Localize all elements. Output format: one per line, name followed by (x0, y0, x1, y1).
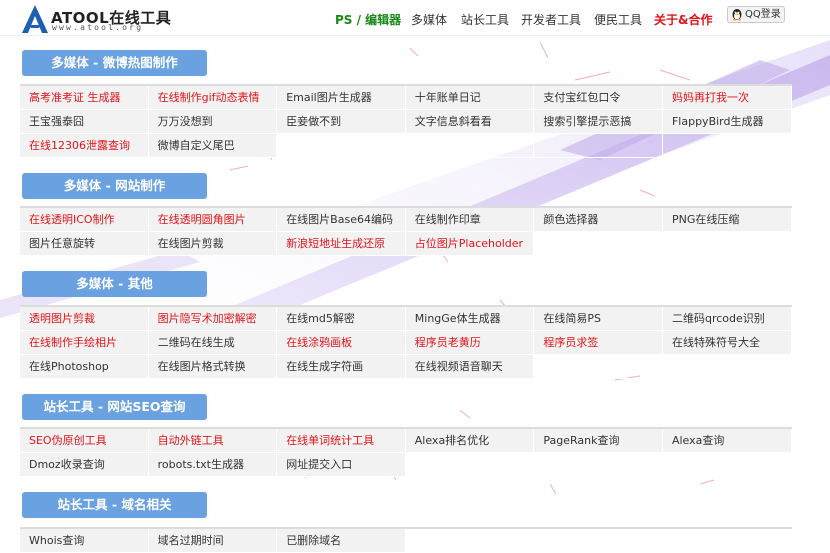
empty-cell (534, 134, 663, 158)
tool-link[interactable]: 臣妾做不到 (277, 110, 406, 134)
tool-link[interactable]: 王宝强泰囧 (20, 110, 149, 134)
tool-link[interactable]: PNG在线压缩 (662, 208, 792, 232)
qq-penguin-icon (732, 9, 742, 21)
tool-link[interactable]: Alexa排名优化 (405, 429, 535, 453)
tool-link[interactable]: 二维码在线生成 (148, 331, 278, 355)
tool-link[interactable]: 新浪短地址生成还原 (277, 232, 406, 256)
tool-row: 在线透明ICO制作 在线透明圆角图片 在线图片Base64编码 在线制作印章 颜色选择器… (20, 208, 792, 232)
tool-link[interactable]: Email图片生成器 (277, 86, 406, 110)
tool-link[interactable]: 图片任意旋转 (20, 232, 149, 256)
tool-link[interactable]: 文字信息斜看看 (405, 110, 535, 134)
section-title-multimedia-other: 多媒体 - 其他 (22, 271, 207, 297)
tool-link[interactable]: 颜色选择器 (534, 208, 663, 232)
tool-row: 透明图片剪裁 图片隐写术加密解密 在线md5解密 MingGe体生成器 在线简易PS 二维… (20, 307, 792, 331)
tool-link[interactable]: Dmoz收录查询 (20, 453, 149, 477)
tool-link[interactable]: 图片隐写术加密解密 (148, 307, 278, 331)
tool-link[interactable]: Alexa查询 (662, 429, 792, 453)
tool-row: Dmoz收录查询 robots.txt生成器 网址提交入口 (20, 453, 792, 477)
tool-grid-multimedia-other: 透明图片剪裁 图片隐写术加密解密 在线md5解密 MingGe体生成器 在线简易PS 二维… (20, 305, 792, 379)
section-title-website-making: 多媒体 - 网站制作 (22, 173, 207, 199)
tool-link[interactable]: 在线md5解密 (277, 307, 406, 331)
section-title-domain-related: 站长工具 - 域名相关 (22, 492, 207, 518)
tool-link[interactable]: FlappyBird生成器 (662, 110, 792, 134)
empty-cell (405, 134, 535, 158)
tool-row: 高考准考证 生成器 在线制作gif动态表情 Email图片生成器 十年账单日记 支付宝红… (20, 86, 792, 110)
empty-cell (534, 355, 663, 379)
nav-ps-editor[interactable]: PS / 编辑器 (335, 11, 401, 28)
tool-link[interactable]: 十年账单日记 (405, 86, 535, 110)
section-title-weibo-images: 多媒体 - 微博热图制作 (22, 50, 207, 76)
tool-link[interactable]: 域名过期时间 (148, 529, 278, 553)
empty-cell (277, 134, 406, 158)
tool-link[interactable]: 在线图片格式转换 (148, 355, 278, 379)
nav-developer-tools[interactable]: 开发者工具 (521, 11, 581, 28)
tool-link[interactable]: 程序员老黄历 (405, 331, 535, 355)
tool-link[interactable]: 程序员求签 (534, 331, 663, 355)
tool-grid-seo-query: SEO伪原创工具 自动外链工具 在线单词统计工具 Alexa排名优化 PageRank查… (20, 427, 792, 477)
section-title-seo-query: 站长工具 - 网站SEO查询 (22, 394, 207, 420)
empty-cell (534, 232, 663, 256)
page-content: 多媒体 - 微博热图制作 高考准考证 生成器 在线制作gif动态表情 Email图片生… (0, 0, 830, 553)
tool-link[interactable]: PageRank查询 (534, 429, 663, 453)
tool-row: 在线12306泄露查询 微博自定义尾巴 (20, 134, 792, 158)
empty-cell (662, 232, 792, 256)
tool-link[interactable]: 妈妈再打我一次 (662, 86, 792, 110)
tool-link[interactable]: Whois查询 (20, 529, 149, 553)
tool-link[interactable]: robots.txt生成器 (148, 453, 278, 477)
nav-webmaster-tools[interactable]: 站长工具 (461, 11, 509, 28)
tool-link[interactable]: 在线涂鸦画板 (277, 331, 406, 355)
tool-row: 在线制作手绘相片 二维码在线生成 在线涂鸦画板 程序员老黄历 程序员求签 在线特殊符号大全 (20, 331, 792, 355)
main-nav: PS / 编辑器 多媒体 站长工具 开发者工具 便民工具 关于&合作 (0, 11, 830, 29)
empty-cell (534, 453, 663, 477)
tool-link[interactable]: 在线生成字符画 (277, 355, 406, 379)
tool-link[interactable]: 搜索引擎提示恶搞 (534, 110, 663, 134)
tool-link[interactable]: 万万没想到 (148, 110, 278, 134)
tool-link[interactable]: 在线单词统计工具 (277, 429, 406, 453)
tool-link[interactable]: 在线特殊符号大全 (662, 331, 792, 355)
tool-grid-weibo-images: 高考准考证 生成器 在线制作gif动态表情 Email图片生成器 十年账单日记 支付宝红… (20, 84, 792, 158)
empty-cell (662, 453, 792, 477)
tool-row: 图片任意旋转 在线图片剪裁 新浪短地址生成还原 占位图片Placeholder (20, 232, 792, 256)
tool-link[interactable]: 在线Photoshop (20, 355, 149, 379)
tool-link[interactable]: 在线透明圆角图片 (148, 208, 278, 232)
top-header: ATOOL在线工具 www.atool.org PS / 编辑器 多媒体 站长工… (0, 0, 830, 36)
nav-about-cooperation[interactable]: 关于&合作 (654, 11, 712, 28)
tool-link[interactable]: MingGe体生成器 (405, 307, 535, 331)
tool-link[interactable]: 在线制作印章 (405, 208, 535, 232)
tool-link[interactable]: 微博自定义尾巴 (148, 134, 278, 158)
qq-login-label: QQ登录 (745, 9, 781, 20)
tool-link[interactable]: 二维码qrcode识别 (662, 307, 792, 331)
tool-link[interactable]: 在线制作手绘相片 (20, 331, 149, 355)
tool-row: 在线Photoshop 在线图片格式转换 在线生成字符画 在线视频语音聊天 (20, 355, 792, 379)
nav-convenience-tools[interactable]: 便民工具 (594, 11, 642, 28)
empty-cell (662, 355, 792, 379)
qq-login-button[interactable]: QQ登录 (727, 6, 785, 23)
tool-link[interactable]: 支付宝红包口令 (534, 86, 663, 110)
tool-link[interactable]: 高考准考证 生成器 (20, 86, 149, 110)
tool-link[interactable]: 在线透明ICO制作 (20, 208, 149, 232)
tool-link[interactable]: 占位图片Placeholder (405, 232, 535, 256)
empty-cell (405, 529, 535, 553)
tool-link[interactable]: 已删除域名 (277, 529, 406, 553)
tool-link[interactable]: 在线图片剪裁 (148, 232, 278, 256)
tool-link[interactable]: 在线12306泄露查询 (20, 134, 149, 158)
tool-link[interactable]: 在线视频语音聊天 (405, 355, 535, 379)
tool-row: Whois查询 域名过期时间 已删除域名 (20, 529, 792, 553)
tool-link[interactable]: 网址提交入口 (277, 453, 406, 477)
tool-link[interactable]: 在线简易PS (534, 307, 663, 331)
tool-grid-website-making: 在线透明ICO制作 在线透明圆角图片 在线图片Base64编码 在线制作印章 颜色选择器… (20, 206, 792, 256)
tool-row: SEO伪原创工具 自动外链工具 在线单词统计工具 Alexa排名优化 PageRank查… (20, 429, 792, 453)
empty-cell (662, 134, 792, 158)
empty-cell (662, 529, 792, 553)
tool-link[interactable]: SEO伪原创工具 (20, 429, 149, 453)
tool-link[interactable]: 透明图片剪裁 (20, 307, 149, 331)
tool-grid-domain-related: Whois查询 域名过期时间 已删除域名 (20, 527, 792, 553)
nav-multimedia[interactable]: 多媒体 (411, 11, 447, 28)
tool-link[interactable]: 在线制作gif动态表情 (148, 86, 278, 110)
tool-link[interactable]: 在线图片Base64编码 (277, 208, 406, 232)
empty-cell (534, 529, 663, 553)
tool-row: 王宝强泰囧 万万没想到 臣妾做不到 文字信息斜看看 搜索引擎提示恶搞 FlappyBird… (20, 110, 792, 134)
tool-link[interactable]: 自动外链工具 (148, 429, 278, 453)
empty-cell (405, 453, 535, 477)
